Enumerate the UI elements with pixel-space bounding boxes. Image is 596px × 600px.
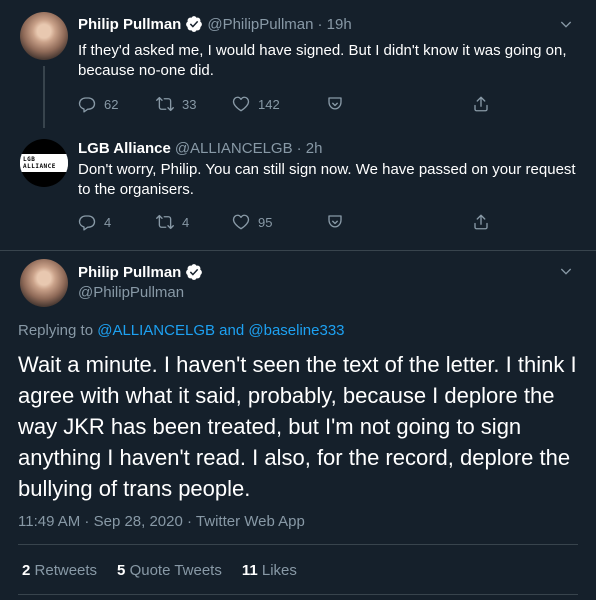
reply-count: 62 (104, 96, 119, 112)
tweet-timestamp[interactable]: 11:49 AM · Sep 28, 2020 · Twitter Web Ap… (18, 513, 305, 530)
reply-icon (78, 213, 96, 231)
handle[interactable]: @PhilipPullman (78, 284, 184, 301)
thread-line (43, 66, 45, 128)
main-tweet: Philip Pullman @PhilipPullman Replying t… (0, 251, 596, 600)
share-icon (472, 95, 490, 113)
tweet-text: If they'd asked me, I would have signed.… (78, 42, 567, 79)
retweet-count: 33 (182, 96, 197, 112)
like-icon (232, 213, 250, 231)
tweet-stats: 2 Retweets 5 Quote Tweets 11 Likes (22, 562, 297, 579)
verified-icon (185, 15, 203, 33)
tweet-text: Wait a minute. I haven't seen the text o… (18, 352, 577, 501)
likes-count: 11 (241, 562, 258, 579)
retweet-button[interactable]: 33 (156, 95, 232, 113)
mention-link[interactable]: @ALLIANCELGB (97, 322, 215, 339)
quote-count: 5 (117, 562, 126, 579)
verified-icon (185, 263, 203, 281)
like-button[interactable]: 142 (232, 95, 326, 113)
chevron-down-icon[interactable] (558, 16, 574, 32)
tweet-item[interactable]: Philip Pullman @PhilipPullman · 19h If t… (0, 0, 596, 128)
quote-label: Quote Tweets (129, 562, 222, 579)
likes-stat[interactable]: 11 Likes (242, 562, 297, 579)
avatar[interactable] (20, 12, 68, 60)
mention-link[interactable]: @baseline333 (248, 322, 344, 339)
tweet-header: Philip Pullman (78, 263, 203, 281)
likes-label: Likes (261, 562, 297, 579)
share-icon (472, 213, 490, 231)
like-icon (232, 95, 250, 113)
tweet-actions: 4 4 95 (78, 212, 490, 232)
chevron-down-icon[interactable] (558, 263, 574, 279)
share-button[interactable] (472, 95, 490, 113)
bookmark-button[interactable] (326, 213, 472, 231)
retweet-icon (156, 213, 174, 231)
bookmark-button[interactable] (326, 95, 472, 113)
divider (18, 544, 578, 545)
display-name[interactable]: Philip Pullman (78, 264, 181, 281)
display-name[interactable]: Philip Pullman (78, 16, 181, 33)
tweet-header: Philip Pullman @PhilipPullman · 19h (78, 15, 352, 33)
retweet-icon (156, 95, 174, 113)
like-count: 95 (258, 214, 273, 230)
bookmark-icon (326, 95, 344, 113)
lgb-logo: LGB ALLIANCE (20, 154, 68, 172)
tweet-header: LGB Alliance @ALLIANCELGB · 2h (78, 140, 322, 157)
retweet-button[interactable]: 4 (156, 213, 232, 231)
divider (18, 594, 578, 595)
retweets-stat[interactable]: 2 Retweets (22, 562, 97, 579)
retweet-count: 4 (182, 214, 190, 230)
tweet-time[interactable]: · 19h (317, 16, 351, 33)
quote-tweets-stat[interactable]: 5 Quote Tweets (117, 562, 222, 579)
retweets-count: 2 (22, 562, 31, 579)
tweet-item[interactable]: LGB ALLIANCE LGB Alliance @ALLIANCELGB ·… (0, 128, 596, 248)
reply-icon (78, 95, 96, 113)
reply-button[interactable]: 4 (78, 213, 156, 231)
display-name[interactable]: LGB Alliance (78, 140, 171, 157)
tweet-time[interactable]: · 2h (297, 140, 323, 157)
like-count: 142 (258, 96, 280, 112)
tweet-actions: 62 33 142 (78, 94, 490, 114)
handle[interactable]: @PhilipPullman (207, 16, 313, 33)
replying-and: and (219, 322, 245, 339)
replying-to: Replying to @ALLIANCELGB and @baseline33… (18, 322, 345, 339)
replying-prefix: Replying to (18, 322, 94, 339)
share-button[interactable] (472, 213, 490, 231)
handle[interactable]: @ALLIANCELGB (175, 140, 293, 157)
retweets-label: Retweets (34, 562, 98, 579)
reply-count: 4 (104, 214, 112, 230)
tweet-text: Don't worry, Philip. You can still sign … (78, 161, 576, 198)
avatar[interactable] (20, 259, 68, 307)
avatar[interactable]: LGB ALLIANCE (20, 139, 68, 187)
reply-button[interactable]: 62 (78, 95, 156, 113)
bookmark-icon (326, 213, 344, 231)
like-button[interactable]: 95 (232, 213, 326, 231)
